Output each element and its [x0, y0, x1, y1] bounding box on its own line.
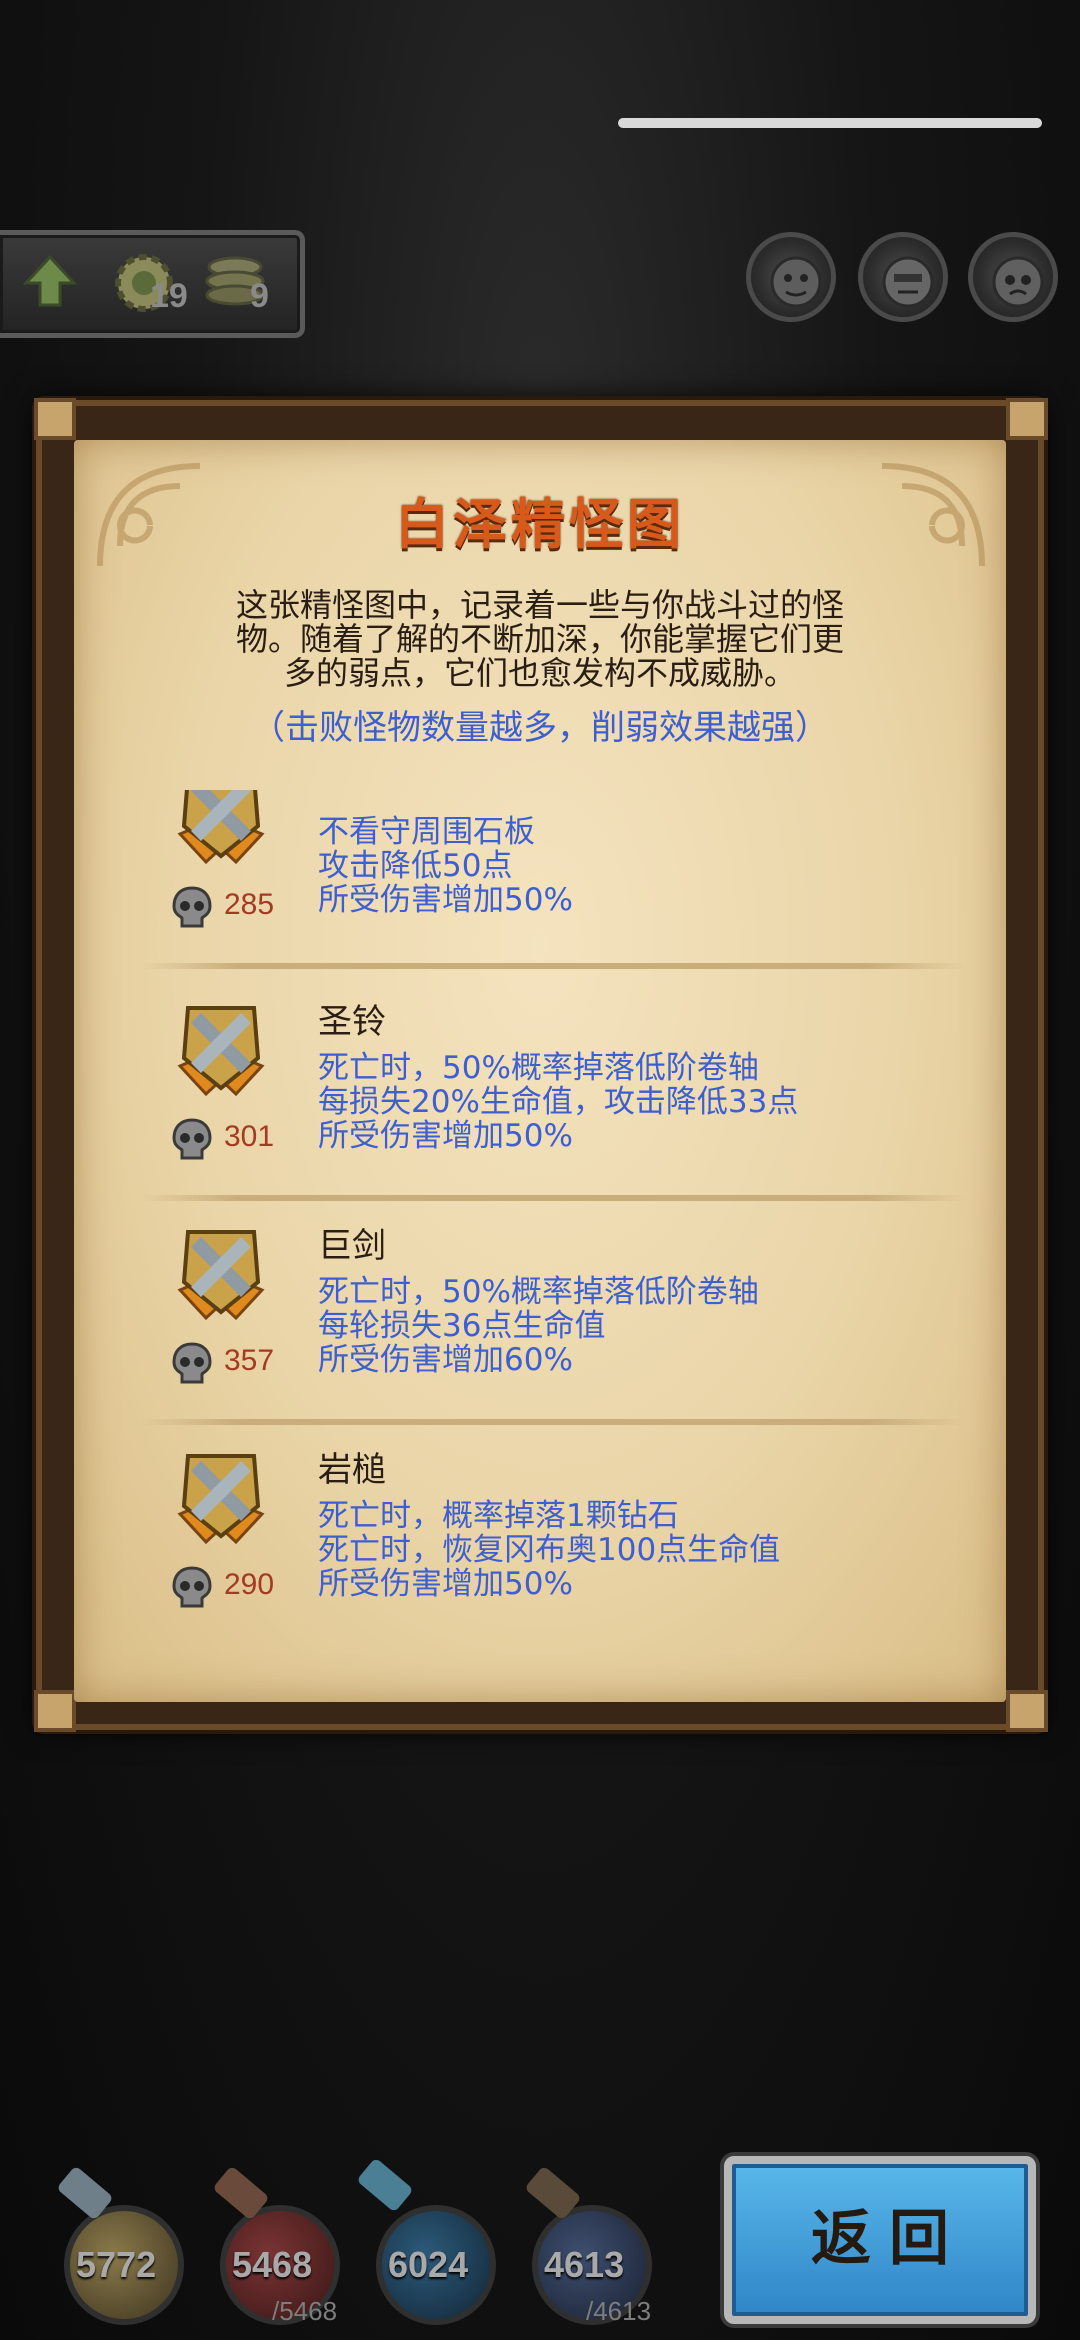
kill-count: 285 [224, 888, 275, 921]
mp-max: /4613 [586, 2296, 652, 2326]
monster-name: 巨剑 [318, 1226, 386, 1266]
frame-corner [1006, 398, 1048, 440]
resource-box: 19 9 [0, 230, 305, 338]
back-button[interactable]: 返回 [724, 2156, 1036, 2324]
kill-count: 357 [224, 1344, 275, 1377]
companion-button-2[interactable] [858, 232, 948, 322]
skull-icon [172, 1342, 212, 1384]
monster-entry[interactable]: 岩槌 死亡时，概率掉落1颗钻石 死亡时，恢复冈布奥100点生命值 所受伤害增加5… [140, 1438, 966, 1652]
defense-value: 6024 [388, 2244, 469, 2285]
monster-face-icon [770, 256, 822, 308]
hp-value: 5468 [232, 2244, 313, 2285]
frame-corner [34, 1690, 76, 1732]
frame-corner [34, 398, 76, 440]
effect-line: 所受伤害增加60% [318, 1342, 573, 1378]
intro-line: 这张精怪图中，记录着一些与你战斗过的怪 [235, 586, 844, 624]
intro-hint: （击败怪物数量越多，削弱效果越强） [251, 708, 829, 748]
hp-max: /5468 [272, 2296, 338, 2326]
monster-name: 岩槌 [318, 1450, 386, 1490]
frame-corner [1006, 1690, 1048, 1732]
effect-line: 所受伤害增加50% [318, 882, 573, 918]
status-bar-indicator [618, 118, 1042, 128]
effect-line: 所受伤害增加50% [318, 1566, 573, 1602]
skull-icon [172, 1118, 212, 1160]
intro-line: 物。随着了解的不断加深，你能掌握它们更 [235, 620, 844, 658]
monster-name: 圣铃 [318, 1002, 386, 1042]
crossed-swords-badge-icon [177, 1230, 265, 1321]
intro-line: 多的弱点，它们也愈发构不成威胁。 [283, 654, 796, 692]
level-up-arrow-icon[interactable] [22, 253, 78, 309]
crossed-swords-badge-icon [177, 1006, 265, 1097]
coin-count: 9 [250, 277, 269, 315]
companion-button-3[interactable] [968, 232, 1058, 322]
kill-count: 290 [224, 1568, 275, 1601]
monster-entry[interactable]: 巨剑 死亡时，50%概率掉落低阶卷轴 每轮损失36点生命值 所受伤害增加60% … [140, 1214, 966, 1428]
monster-list[interactable]: 不看守周围石板 攻击降低50点 所受伤害增加50% 285 圣铃 死亡时，50%… [140, 790, 966, 1652]
mp-value: 4613 [544, 2244, 625, 2285]
gear-count: 19 [150, 277, 188, 315]
attack-value: 5772 [76, 2244, 157, 2285]
kill-count: 301 [224, 1120, 275, 1153]
back-button-label: 返回 [811, 2204, 967, 2274]
entry-divider [140, 1195, 966, 1201]
monster-face-icon [992, 256, 1044, 308]
crossed-swords-badge-icon [177, 790, 265, 865]
panel-title: 白泽精怪图 [395, 493, 685, 556]
intro-text: 这张精怪图中，记录着一些与你战斗过的怪 物。随着了解的不断加深，你能掌握它们更 … [170, 588, 910, 690]
monster-entry[interactable]: 不看守周围石板 攻击降低50点 所受伤害增加50% 285 [140, 790, 966, 972]
entry-divider [140, 963, 966, 969]
monster-entry[interactable]: 圣铃 死亡时，50%概率掉落低阶卷轴 每损失20%生命值，攻击降低33点 所受伤… [140, 990, 966, 1204]
effect-line: 所受伤害增加50% [318, 1118, 573, 1154]
entry-divider [140, 1419, 966, 1425]
skull-icon [172, 886, 212, 928]
skull-icon [172, 1566, 212, 1608]
crossed-swords-badge-icon [177, 1454, 265, 1545]
monster-face-icon [882, 256, 934, 308]
companion-button-1[interactable] [746, 232, 836, 322]
